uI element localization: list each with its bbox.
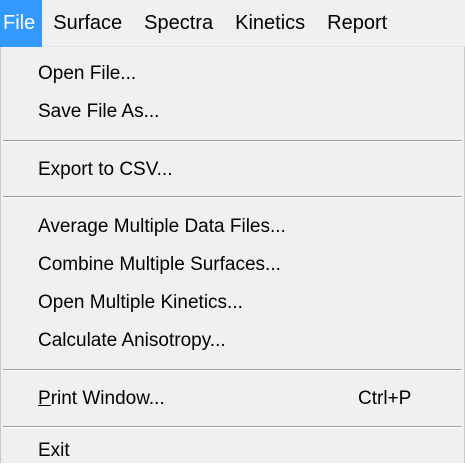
menu-item-export-csv[interactable]: Export to CSV...	[1, 151, 464, 189]
menu-item-label: Open Multiple Kinetics...	[38, 292, 243, 313]
menu-file[interactable]: File	[0, 0, 43, 47]
menu-item-shortcut: Ctrl+P	[358, 388, 412, 409]
menu-kinetics[interactable]: Kinetics	[224, 0, 316, 47]
menu-item-print-window[interactable]: Print Window... Ctrl+P	[1, 380, 464, 418]
menu-separator	[3, 426, 462, 428]
file-dropdown-menu: Open File... Save File As... Export to C…	[0, 47, 465, 463]
menu-item-label: Save File As...	[38, 101, 160, 122]
menu-report[interactable]: Report	[316, 0, 398, 47]
mnemonic-underline: P	[38, 388, 51, 409]
menu-item-label: Export to CSV...	[38, 159, 173, 180]
menu-item-label: Calculate Anisotropy...	[38, 330, 226, 351]
menu-item-label-rest: rint Window...	[50, 388, 165, 409]
menu-item-label: Open File...	[38, 63, 137, 84]
menu-item-label: Exit	[38, 440, 70, 461]
menu-item-save-file-as[interactable]: Save File As...	[1, 93, 464, 131]
menu-surface[interactable]: Surface	[42, 0, 133, 47]
menu-separator	[3, 140, 462, 142]
menu-item-combine-multiple-surfaces[interactable]: Combine Multiple Surfaces...	[1, 246, 464, 284]
menu-separator	[3, 369, 462, 371]
menu-item-average-multiple-data-files[interactable]: Average Multiple Data Files...	[1, 208, 464, 246]
menu-item-open-multiple-kinetics[interactable]: Open Multiple Kinetics...	[1, 284, 464, 322]
menu-separator	[3, 196, 462, 198]
menu-item-open-file[interactable]: Open File...	[1, 55, 464, 93]
menu-item-label: Combine Multiple Surfaces...	[38, 254, 281, 275]
menu-item-exit[interactable]: Exit	[1, 432, 464, 470]
menu-item-calculate-anisotropy[interactable]: Calculate Anisotropy...	[1, 322, 464, 360]
menu-spectra[interactable]: Spectra	[133, 0, 224, 47]
menu-item-label: Print Window...	[38, 388, 165, 410]
menu-item-label: Average Multiple Data Files...	[38, 216, 286, 237]
menu-bar: File Surface Spectra Kinetics Report	[0, 0, 465, 47]
